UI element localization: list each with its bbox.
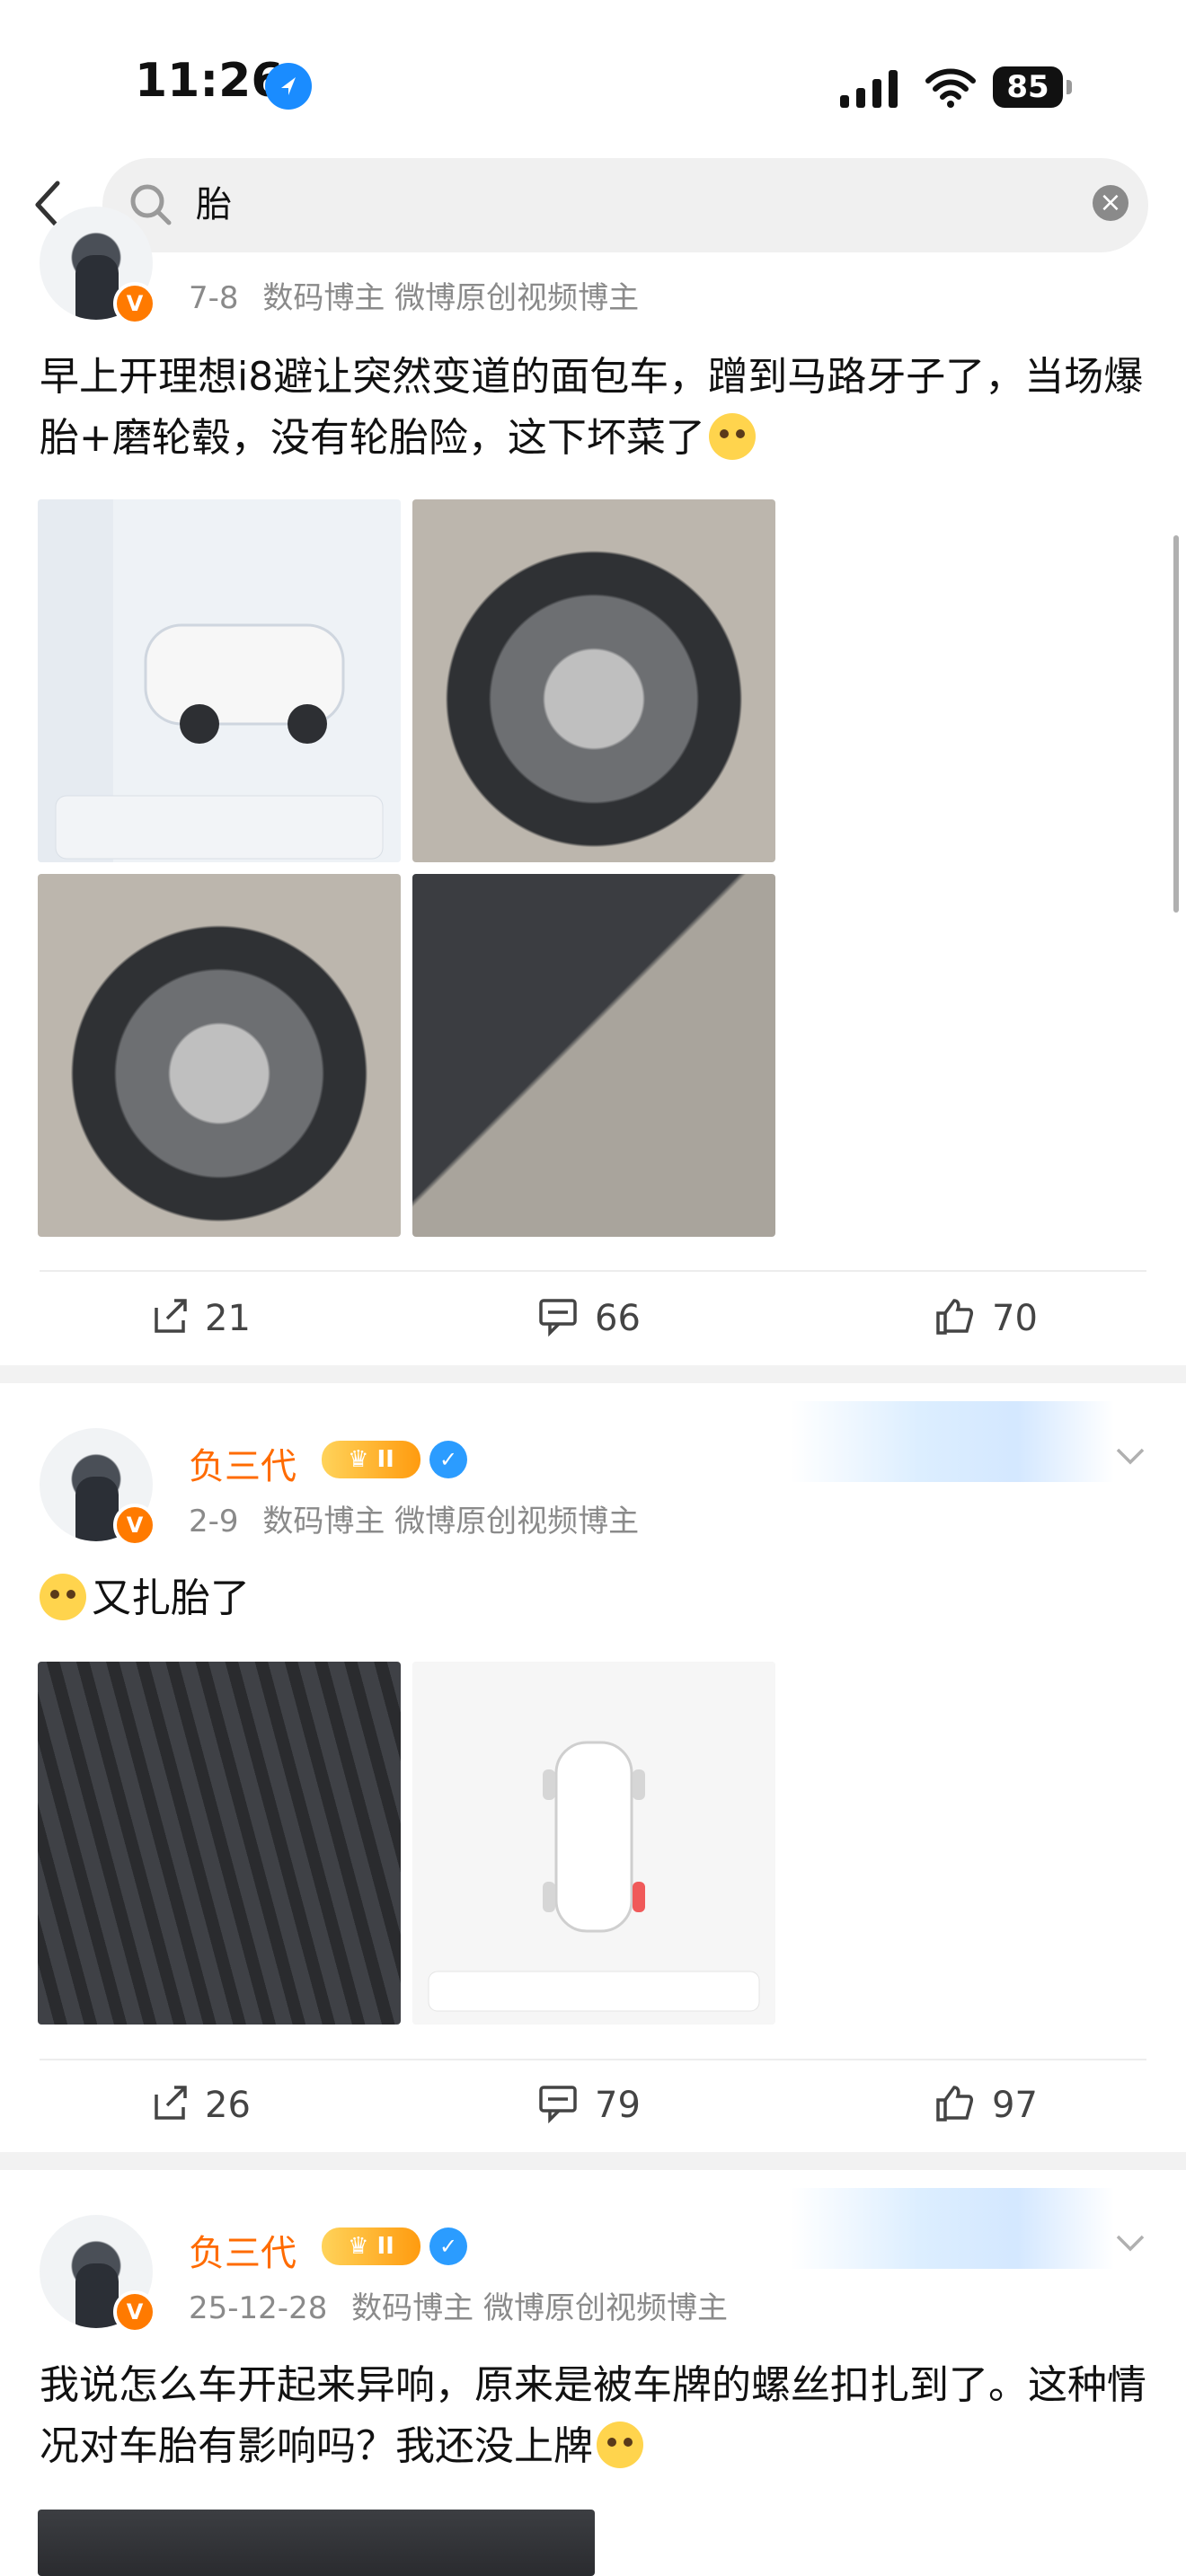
comment-button[interactable]: [537, 2082, 579, 2127]
comment-button[interactable]: [537, 1295, 579, 1340]
chevron-down-icon[interactable]: [1112, 1437, 1148, 1473]
like-count: 97: [992, 2085, 1038, 2126]
post-date: 25-12-28: [189, 2290, 328, 2326]
clear-search-button[interactable]: ×: [1093, 185, 1128, 221]
like-button[interactable]: [933, 2082, 974, 2127]
comment-count: 66: [595, 1298, 641, 1339]
post-date: 7-8: [189, 280, 239, 316]
post-text-content: 早上开理想i8避让突然变道的面包车，蹭到马路牙子了，当场爆胎+磨轮毂，没有轮胎险…: [40, 354, 1144, 461]
scrollbar[interactable]: [1173, 535, 1179, 913]
level-badge: ♛ II: [322, 2228, 420, 2265]
comment-count: 79: [595, 2085, 641, 2126]
post-meta: 7-8 数码博主 微博原创视频博主: [189, 273, 639, 317]
post-image-tire-tread[interactable]: [38, 1662, 401, 2025]
post-image-tire-pressure-screen[interactable]: [412, 1662, 775, 2025]
cellular-signal-icon: [840, 70, 903, 110]
post-tags: 数码博主 微博原创视频博主: [351, 2290, 728, 2326]
post-image-partial[interactable]: [38, 2510, 595, 2576]
post-text[interactable]: 又扎胎了: [40, 1568, 1172, 1629]
crown-icon: ♛: [348, 2233, 369, 2260]
post-date: 2-9: [189, 1504, 239, 1539]
header-decoration: [791, 2188, 1114, 2269]
verified-check-icon: ✓: [429, 2228, 467, 2265]
search-bar[interactable]: [102, 158, 1148, 252]
header-decoration: [791, 1401, 1114, 1482]
post-tags: 数码博主 微博原创视频博主: [262, 1504, 640, 1539]
status-time: 11:26: [135, 54, 284, 108]
verified-check-icon: ✓: [429, 1441, 467, 1478]
verified-v-badge: V: [113, 1504, 156, 1547]
post-text-content: 我说怎么车开起来异响，原来是被车牌的螺丝扣扎到了。这种情况对车胎有影响吗？我还没…: [40, 2362, 1146, 2469]
post-image-flat-tire[interactable]: [412, 499, 775, 862]
post-meta: 2-9 数码博主 微博原创视频博主: [189, 1496, 639, 1540]
crying-emoji-icon: [40, 1574, 86, 1620]
like-button[interactable]: [933, 1295, 974, 1340]
verified-v-badge: V: [113, 2290, 156, 2333]
battery-level: 85: [993, 66, 1063, 108]
post-image-wheel[interactable]: [38, 874, 401, 1237]
post-text[interactable]: 我说怎么车开起来异响，原来是被车牌的螺丝扣扎到了。这种情况对车胎有影响吗？我还没…: [40, 2355, 1172, 2477]
location-arrow-icon: [265, 63, 312, 110]
author-name[interactable]: 负三代: [189, 1437, 296, 1489]
crying-emoji-icon: [597, 2422, 643, 2468]
repost-count: 26: [205, 2085, 251, 2126]
divider: [40, 1270, 1146, 1272]
level-badge: ♛ II: [322, 1441, 420, 1478]
post-image-car-screen[interactable]: [38, 499, 401, 862]
crying-emoji-icon: [708, 413, 756, 460]
author-name[interactable]: 负三代: [189, 2224, 296, 2276]
post-separator: [0, 2152, 1186, 2170]
level-text: II: [376, 1446, 394, 1473]
like-count: 70: [992, 1298, 1038, 1339]
wifi-icon: [923, 66, 978, 110]
post-tags: 数码博主 微博原创视频博主: [262, 280, 640, 316]
chevron-down-icon[interactable]: [1112, 2224, 1148, 2260]
search-input[interactable]: 胎: [196, 180, 232, 230]
post-text-content: 又扎胎了: [92, 1575, 250, 1621]
crown-icon: ♛: [348, 1446, 369, 1473]
divider: [40, 2059, 1146, 2060]
verified-v-badge: V: [113, 282, 156, 325]
post-meta: 25-12-28 数码博主 微博原创视频博主: [189, 2283, 728, 2327]
repost-button[interactable]: [149, 2082, 190, 2127]
repost-button[interactable]: [149, 1295, 190, 1340]
level-text: II: [376, 2233, 394, 2260]
repost-count: 21: [205, 1298, 251, 1339]
post-separator: [0, 1365, 1186, 1383]
post-text[interactable]: 早上开理想i8避让突然变道的面包车，蹭到马路牙子了，当场爆胎+磨轮毂，没有轮胎险…: [40, 347, 1172, 469]
post-image-sidewall-damage[interactable]: [412, 874, 775, 1237]
battery-icon: 85: [993, 66, 1074, 108]
